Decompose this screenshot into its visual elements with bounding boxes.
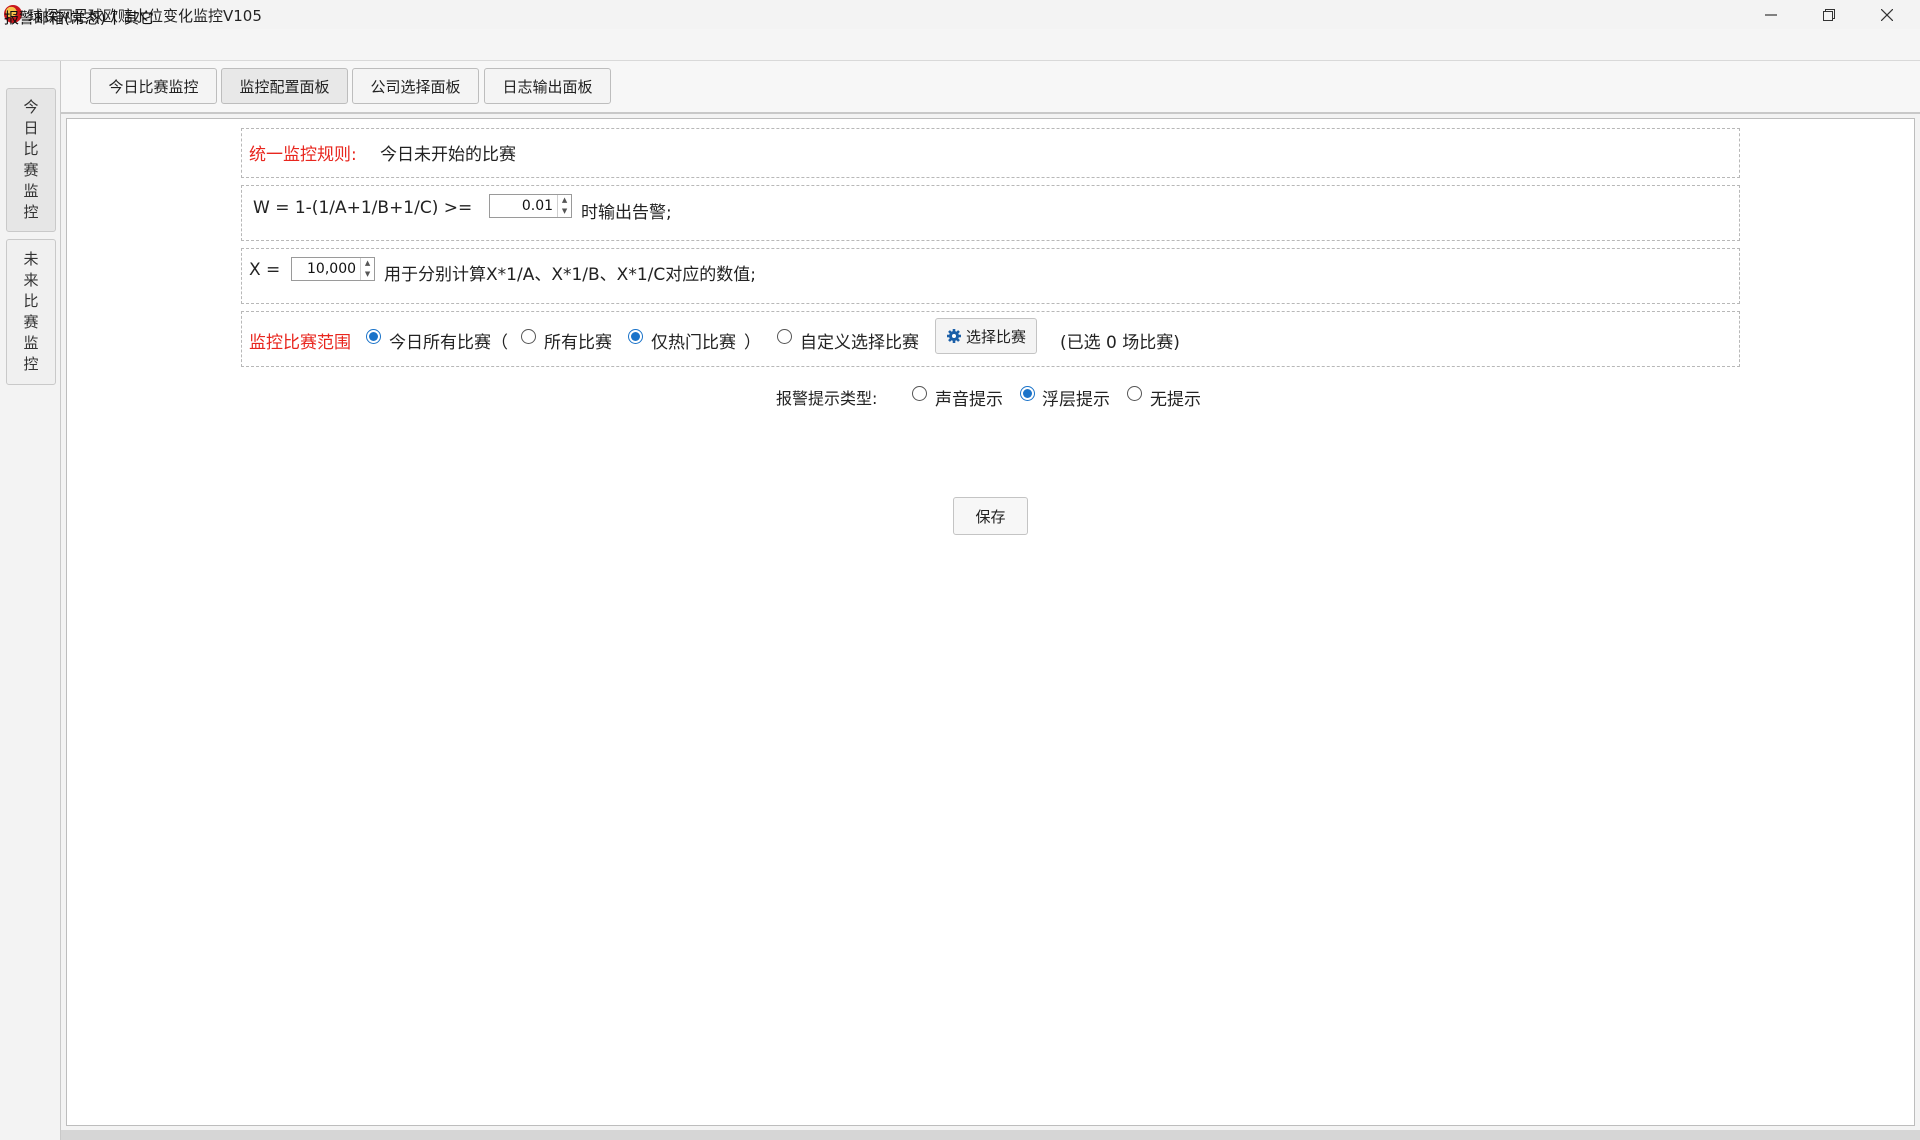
vtab-char: 监 (23, 334, 39, 352)
vertical-tab-today-monitor[interactable]: 今 日 比 赛 监 控 (6, 88, 56, 232)
radio-alert-overlay[interactable] (1020, 386, 1035, 401)
bottom-border (61, 1130, 1920, 1140)
vtab-char: 控 (23, 203, 39, 221)
rule-label: 统一监控规则: (249, 145, 357, 165)
menu-alert-email[interactable]: 报警邮箱(常态) (4, 7, 106, 28)
alert-none-label[interactable]: 无提示 (1150, 385, 1201, 410)
menu-other[interactable]: 其它 (124, 7, 154, 28)
restore-icon (1823, 8, 1835, 21)
x-value-input[interactable] (292, 258, 361, 280)
minimize-icon (1765, 13, 1777, 16)
tab-company-select[interactable]: 公司选择面板 (352, 68, 479, 104)
radio-alert-none[interactable] (1127, 386, 1142, 401)
radio-scope-custom[interactable] (777, 329, 792, 344)
tab-monitor-config[interactable]: 监控配置面板 (221, 68, 348, 104)
save-button[interactable]: 保存 (953, 497, 1028, 535)
scope-label: 监控比赛范围 (249, 333, 351, 353)
scope-all-label[interactable]: 所有比赛 (544, 328, 612, 353)
gear-icon (946, 329, 961, 343)
radio-scope-all[interactable] (521, 329, 536, 344)
vtab-char: 比 (23, 140, 39, 158)
spin-down-icon[interactable]: ▼ (558, 206, 571, 217)
x-suffix-text: 用于分别计算X*1/A、X*1/B、X*1/C对应的数值; (384, 265, 756, 285)
vertical-tab-future-monitor[interactable]: 未 来 比 赛 监 控 (6, 239, 56, 385)
select-matches-label: 选择比赛 (965, 327, 1026, 346)
alert-sound-label[interactable]: 声音提示 (935, 385, 1003, 410)
rule-text: 今日未开始的比赛 (380, 145, 516, 165)
vtab-char: 赛 (23, 161, 39, 179)
vtab-char: 未 (23, 250, 39, 268)
radio-alert-sound[interactable] (912, 386, 927, 401)
spin-down-icon[interactable]: ▼ (361, 269, 374, 280)
tab-today-monitor[interactable]: 今日比赛监控 (90, 68, 217, 104)
menu-separator: | (112, 7, 118, 25)
vtab-char: 来 (23, 271, 39, 289)
vtab-char: 赛 (23, 313, 39, 331)
menu-bar (0, 29, 1920, 61)
vtab-char: 控 (23, 355, 39, 373)
minimize-button[interactable] (1742, 0, 1800, 29)
spin-up-icon[interactable]: ▲ (558, 195, 571, 206)
w-threshold-spinner[interactable]: ▲ ▼ (489, 194, 572, 218)
w-suffix-text: 时输出告警; (581, 203, 672, 223)
scope-hot-label[interactable]: 仅热门比赛 (651, 328, 736, 353)
alert-overlay-label[interactable]: 浮层提示 (1042, 385, 1110, 410)
title-bar (0, 0, 1920, 29)
scope-today-label[interactable]: 今日所有比赛（ (389, 328, 508, 353)
w-threshold-input[interactable] (490, 195, 558, 217)
vtab-char: 比 (23, 292, 39, 310)
w-formula-label: W = 1-(1/A+1/B+1/C) >= (253, 198, 473, 218)
close-button[interactable] (1858, 0, 1916, 29)
vtab-char: 监 (23, 182, 39, 200)
scope-close-paren: ） (744, 333, 761, 353)
selected-count-text: (已选 0 场比赛) (1060, 333, 1180, 353)
x-value-spinner[interactable]: ▲ ▼ (291, 257, 375, 281)
x-label: X = (249, 260, 281, 280)
restore-button[interactable] (1800, 0, 1858, 29)
vtab-char: 日 (23, 119, 39, 137)
select-matches-button[interactable]: 选择比赛 (935, 318, 1037, 354)
close-icon (1881, 8, 1893, 21)
tab-log-output[interactable]: 日志输出面板 (484, 68, 611, 104)
spin-up-icon[interactable]: ▲ (361, 258, 374, 269)
spinner-arrows[interactable]: ▲ ▼ (557, 195, 571, 217)
radio-scope-today[interactable] (366, 329, 381, 344)
radio-scope-hot[interactable] (628, 329, 643, 344)
scope-custom-label[interactable]: 自定义选择比赛 (800, 328, 919, 353)
alert-type-label: 报警提示类型: (776, 389, 878, 408)
vtab-char: 今 (23, 98, 39, 116)
spinner-arrows[interactable]: ▲ ▼ (360, 258, 374, 280)
